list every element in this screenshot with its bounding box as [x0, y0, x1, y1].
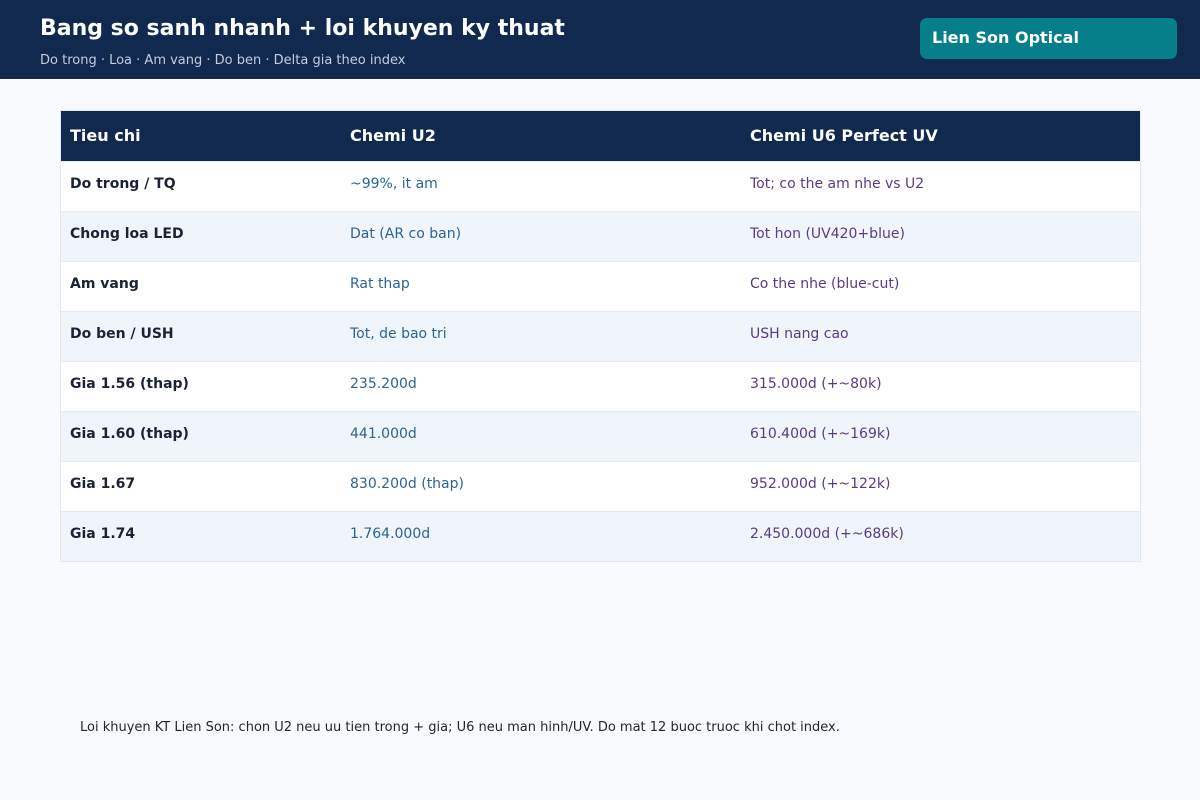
column-header-chemi-u2: Chemi U2 — [350, 126, 436, 145]
table-row: Do ben / USH Tot, de bao tri USH nang ca… — [61, 311, 1140, 361]
table-header-row: Tieu chi Chemi U2 Chemi U6 Perfect UV — [61, 111, 1140, 161]
brand-badge: Lien Son Optical — [920, 18, 1177, 59]
u6-value-cell: Tot; co the am nhe vs U2 — [750, 176, 925, 192]
u2-value-cell: ~99%, it am — [350, 176, 438, 192]
u6-value-cell: 610.400d (+~169k) — [750, 426, 891, 442]
comparison-table: Tieu chi Chemi U2 Chemi U6 Perfect UV Do… — [60, 110, 1141, 562]
criteria-cell: Do ben / USH — [70, 326, 174, 342]
column-header-criteria: Tieu chi — [70, 126, 141, 145]
u6-value-cell: 315.000d (+~80k) — [750, 376, 882, 392]
column-header-chemi-u6: Chemi U6 Perfect UV — [750, 126, 938, 145]
table-row: Am vang Rat thap Co the nhe (blue-cut) — [61, 261, 1140, 311]
criteria-cell: Gia 1.67 — [70, 476, 136, 492]
table-row: Gia 1.74 1.764.000d 2.450.000d (+~686k) — [61, 511, 1140, 561]
criteria-cell: Chong loa LED — [70, 226, 184, 242]
criteria-cell: Gia 1.60 (thap) — [70, 426, 189, 442]
page-subtitle: Do trong · Loa · Am vang · Do ben · Delt… — [40, 53, 406, 68]
u2-value-cell: Rat thap — [350, 276, 410, 292]
u2-value-cell: 441.000d — [350, 426, 417, 442]
criteria-cell: Am vang — [70, 276, 139, 292]
u6-value-cell: Tot hon (UV420+blue) — [750, 226, 905, 242]
u6-value-cell: Co the nhe (blue-cut) — [750, 276, 900, 292]
u6-value-cell: 2.450.000d (+~686k) — [750, 526, 904, 542]
u2-value-cell: Tot, de bao tri — [350, 326, 447, 342]
u6-value-cell: 952.000d (+~122k) — [750, 476, 891, 492]
table-row: Gia 1.67 830.200d (thap) 952.000d (+~122… — [61, 461, 1140, 511]
table-row: Gia 1.60 (thap) 441.000d 610.400d (+~169… — [61, 411, 1140, 461]
table-row: Gia 1.56 (thap) 235.200d 315.000d (+~80k… — [61, 361, 1140, 411]
page-title: Bang so sanh nhanh + loi khuyen ky thuat — [40, 16, 565, 41]
table-row: Do trong / TQ ~99%, it am Tot; co the am… — [61, 161, 1140, 211]
table-row: Chong loa LED Dat (AR co ban) Tot hon (U… — [61, 211, 1140, 261]
u2-value-cell: 1.764.000d — [350, 526, 431, 542]
criteria-cell: Gia 1.56 (thap) — [70, 376, 189, 392]
criteria-cell: Gia 1.74 — [70, 526, 136, 542]
u2-value-cell: 235.200d — [350, 376, 417, 392]
u6-value-cell: USH nang cao — [750, 326, 849, 342]
u2-value-cell: Dat (AR co ban) — [350, 226, 462, 242]
app-header: Bang so sanh nhanh + loi khuyen ky thuat… — [0, 0, 1200, 79]
technical-advice-note: Loi khuyen KT Lien Son: chon U2 neu uu t… — [80, 720, 840, 735]
criteria-cell: Do trong / TQ — [70, 176, 176, 192]
u2-value-cell: 830.200d (thap) — [350, 476, 464, 492]
